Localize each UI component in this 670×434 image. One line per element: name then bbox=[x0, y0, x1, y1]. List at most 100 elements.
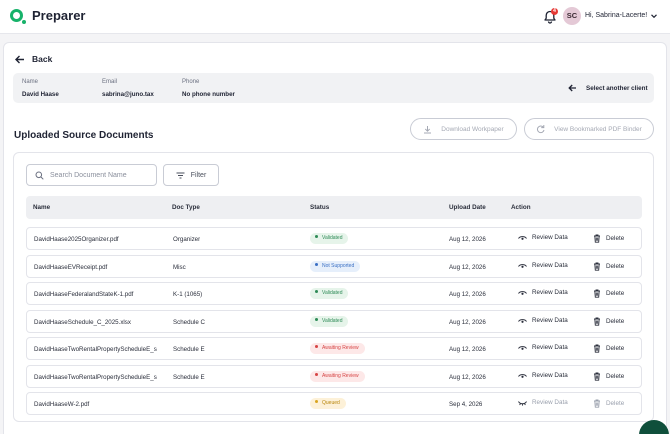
status-text: Validated bbox=[322, 290, 343, 296]
arrow-left-icon bbox=[568, 84, 576, 92]
eye-icon bbox=[518, 263, 527, 268]
filter-label: Filter bbox=[190, 171, 207, 179]
back-label: Back bbox=[32, 54, 53, 64]
search-icon bbox=[35, 171, 44, 180]
status-badge: Queued bbox=[310, 398, 346, 409]
status-dot-icon bbox=[315, 373, 318, 377]
user-greeting[interactable]: Hi, Sabrina-Lacerte! bbox=[585, 12, 647, 19]
view-bookmarked-pdf-binder-button[interactable]: View Bookmarked PDF Binder bbox=[524, 118, 654, 140]
delete-button[interactable]: Delete bbox=[593, 344, 624, 353]
review-data-label: Review Data bbox=[532, 234, 568, 241]
delete-button[interactable]: Delete bbox=[593, 262, 624, 271]
status-dot-icon bbox=[315, 290, 318, 294]
document-name: DavidHaaseSchedule_C_2025.xlsx bbox=[34, 319, 131, 326]
column-header-doc-type[interactable]: Doc Type bbox=[172, 204, 200, 211]
trash-icon bbox=[594, 344, 600, 353]
status-badge: Not Supported bbox=[310, 261, 361, 272]
avatar[interactable]: SC bbox=[563, 7, 581, 25]
column-header-name[interactable]: Name bbox=[33, 204, 50, 211]
trash-icon bbox=[594, 399, 600, 408]
upload-date: Aug 12, 2026 bbox=[449, 319, 486, 326]
document-type: Schedule C bbox=[173, 319, 205, 326]
upload-date: Aug 12, 2026 bbox=[449, 346, 486, 353]
table-row[interactable]: DavidHaaseEVReceipt.pdf Misc Not Support… bbox=[26, 255, 642, 278]
delete-button[interactable]: Delete bbox=[593, 289, 624, 298]
review-data-button: Review Data bbox=[518, 399, 568, 406]
review-data-button[interactable]: Review Data bbox=[518, 262, 568, 269]
client-name: David Haase bbox=[22, 91, 59, 98]
document-name: DavidHaaseEVReceipt.pdf bbox=[34, 264, 108, 271]
document-type: K-1 (1065) bbox=[173, 291, 203, 298]
review-data-button[interactable]: Review Data bbox=[518, 317, 568, 324]
review-data-button[interactable]: Review Data bbox=[518, 372, 568, 379]
eye-icon bbox=[518, 235, 527, 240]
delete-label: Delete bbox=[606, 345, 625, 352]
download-workpaper-button[interactable]: Download Workpaper bbox=[410, 118, 517, 140]
review-data-label: Review Data bbox=[532, 372, 568, 379]
document-type: Misc bbox=[173, 264, 186, 271]
table-row[interactable]: DavidHaase2025Organizer.pdf Organizer Va… bbox=[26, 227, 642, 250]
document-type: Schedule E bbox=[173, 374, 205, 381]
client-phone-label: Phone bbox=[182, 79, 200, 85]
document-name: DavidHaaseTwoRentalPropertyScheduleE_s bbox=[34, 346, 157, 353]
column-header-status[interactable]: Status bbox=[310, 204, 329, 211]
logo-text: Preparer bbox=[32, 8, 86, 23]
eye-icon bbox=[518, 290, 527, 295]
chevron-down-icon[interactable] bbox=[650, 12, 658, 20]
upload-date: Aug 12, 2026 bbox=[449, 236, 486, 243]
document-type: Schedule E bbox=[173, 346, 205, 353]
delete-label: Delete bbox=[606, 373, 625, 380]
document-type: Organizer bbox=[173, 236, 201, 243]
filter-button[interactable]: Filter bbox=[163, 164, 219, 186]
review-data-label: Review Data bbox=[532, 262, 568, 269]
status-badge: Validated bbox=[310, 288, 349, 299]
status-badge: Awaiting Review bbox=[310, 371, 365, 382]
document-name: DavidHaaseFederalandStateK-1.pdf bbox=[34, 291, 134, 298]
review-data-button[interactable]: Review Data bbox=[518, 289, 568, 296]
table-header bbox=[26, 196, 642, 219]
review-data-label: Review Data bbox=[532, 317, 568, 324]
column-header-upload-date[interactable]: Upload Date bbox=[449, 204, 486, 211]
client-info-bar bbox=[13, 73, 654, 103]
trash-icon bbox=[594, 289, 600, 298]
review-data-button[interactable]: Review Data bbox=[518, 344, 568, 351]
trash-icon bbox=[594, 262, 600, 271]
logo-icon bbox=[10, 9, 26, 24]
status-text: Queued bbox=[322, 400, 340, 406]
delete-button[interactable]: Delete bbox=[593, 317, 624, 326]
section-title: Uploaded Source Documents bbox=[14, 130, 154, 141]
table-row[interactable]: DavidHaaseW-2.pdf Queued Sep 4, 2026 Rev… bbox=[26, 392, 642, 415]
back-button[interactable]: Back bbox=[15, 54, 52, 64]
status-dot-icon bbox=[315, 235, 318, 239]
delete-button[interactable]: Delete bbox=[593, 372, 624, 381]
client-email: sabrina@juno.tax bbox=[102, 91, 154, 98]
table-row[interactable]: DavidHaaseTwoRentalPropertyScheduleE_s S… bbox=[26, 337, 642, 360]
status-dot-icon bbox=[315, 345, 318, 349]
eye-icon bbox=[518, 318, 527, 323]
delete-label: Delete bbox=[606, 400, 625, 407]
search-input[interactable]: Search Document Name bbox=[26, 164, 157, 186]
client-email-label: Email bbox=[102, 79, 118, 85]
filter-icon bbox=[176, 172, 185, 178]
review-data-label: Review Data bbox=[532, 399, 568, 406]
status-dot-icon bbox=[315, 400, 318, 404]
upload-date: Aug 12, 2026 bbox=[449, 264, 486, 271]
select-another-client-button[interactable]: Select another client bbox=[568, 84, 648, 92]
column-header-action: Action bbox=[511, 204, 531, 211]
review-data-button[interactable]: Review Data bbox=[518, 234, 568, 241]
table-row[interactable]: DavidHaaseTwoRentalPropertyScheduleE_s S… bbox=[26, 365, 642, 388]
upload-date: Aug 12, 2026 bbox=[449, 291, 486, 298]
table-row[interactable]: DavidHaaseFederalandStateK-1.pdf K-1 (10… bbox=[26, 282, 642, 305]
brand-logo[interactable]: Preparer bbox=[10, 8, 86, 24]
trash-icon bbox=[594, 317, 600, 326]
delete-label: Delete bbox=[606, 318, 625, 325]
status-badge: Awaiting Review bbox=[310, 343, 365, 354]
select-another-client-label: Select another client bbox=[586, 84, 648, 92]
download-workpaper-label: Download Workpaper bbox=[441, 125, 504, 133]
review-data-label: Review Data bbox=[532, 344, 568, 351]
status-dot-icon bbox=[315, 318, 318, 322]
upload-date: Sep 4, 2026 bbox=[449, 401, 483, 408]
delete-button[interactable]: Delete bbox=[593, 234, 624, 243]
table-row[interactable]: DavidHaaseSchedule_C_2025.xlsx Schedule … bbox=[26, 310, 642, 333]
upload-date: Aug 12, 2026 bbox=[449, 374, 486, 381]
